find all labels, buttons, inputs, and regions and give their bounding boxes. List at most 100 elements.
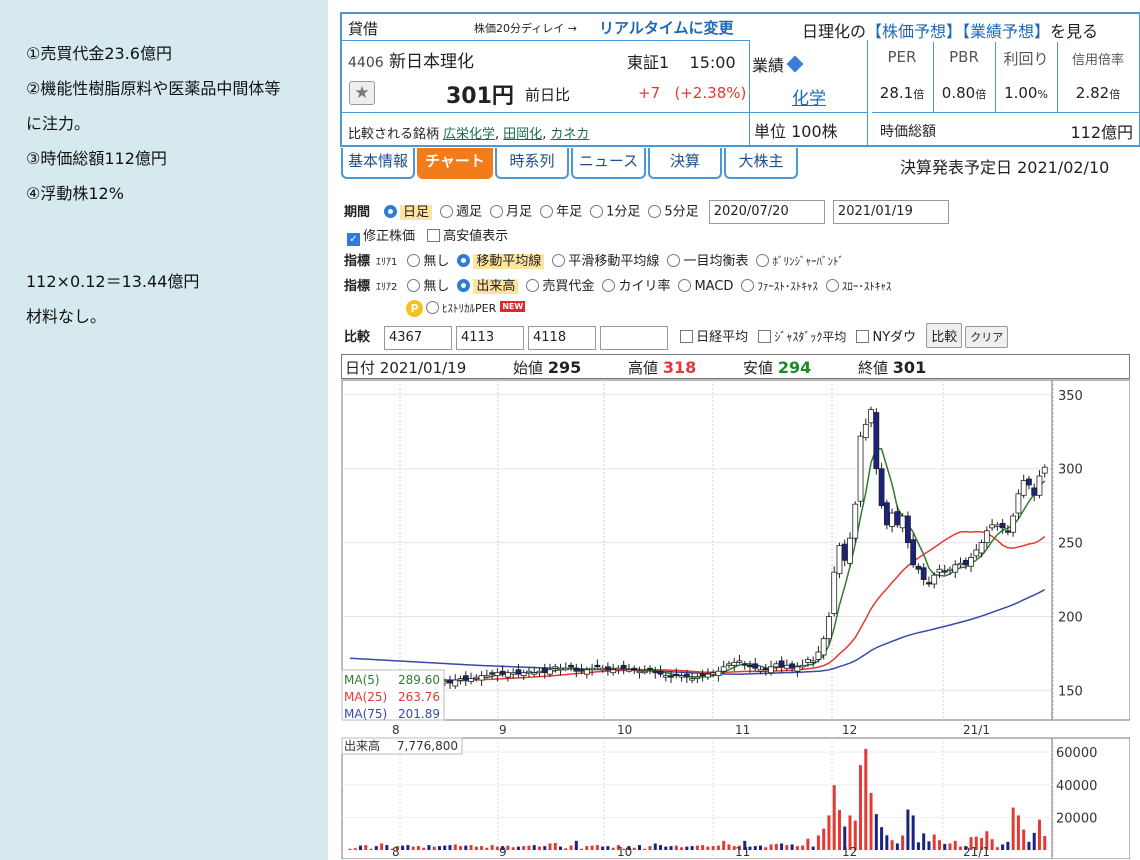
adjusted-checkbox[interactable]: ✓: [347, 233, 360, 246]
ind1-radio-bollinger[interactable]: [756, 254, 770, 267]
ind2-radio-macd[interactable]: [678, 279, 692, 292]
period-radio-yearly[interactable]: [540, 204, 554, 218]
gyoseki-label[interactable]: 業績: [752, 52, 804, 76]
period-radio-5min[interactable]: [648, 204, 662, 218]
volume-bar: [522, 846, 526, 850]
hilo-checkbox[interactable]: [427, 229, 441, 242]
period-1min[interactable]: 1分足: [606, 205, 640, 220]
ind1-radio-ichimoku[interactable]: [667, 254, 681, 267]
ind1-radio-ma[interactable]: [457, 254, 471, 267]
candle-body: [747, 664, 753, 668]
volume-bar: [416, 846, 420, 850]
date-from-input[interactable]: 2020/07/20: [708, 200, 825, 224]
volume-bar: [653, 843, 657, 850]
ind1-radio-sma[interactable]: [552, 254, 566, 267]
ind1-bollinger[interactable]: ﾎﾞﾘﾝｼﾞｬｰﾊﾞﾝﾄﾞ: [772, 255, 844, 268]
favorite-star-icon[interactable]: ★: [349, 81, 375, 105]
ind2-radio-fast[interactable]: [741, 279, 755, 292]
ind1-radio-none[interactable]: [407, 254, 421, 267]
candle-body: [847, 537, 853, 564]
compare-code-input[interactable]: 4113: [456, 325, 525, 350]
candle-body: [926, 582, 932, 585]
compare-label: 比較される銘柄: [348, 127, 440, 142]
hist-per[interactable]: ﾋｽﾄﾘｶﾙPER: [442, 302, 496, 315]
period-radio-1min[interactable]: [590, 204, 604, 218]
period-weekly[interactable]: 週足: [456, 205, 482, 220]
candle-body: [899, 515, 906, 529]
jasdaq-checkbox[interactable]: [758, 330, 772, 343]
tab-kessan[interactable]: 決算: [648, 148, 722, 179]
note-line: に注力。: [26, 114, 91, 133]
tab-basic[interactable]: 基本情報: [341, 148, 415, 179]
ind2-radio-slow[interactable]: [825, 279, 839, 292]
period-yearly[interactable]: 年足: [556, 205, 582, 220]
volume-bar: [937, 840, 941, 850]
ind2-radio-hist-per[interactable]: [426, 301, 439, 314]
period-daily[interactable]: 日足: [400, 204, 433, 220]
ind2-radio-kairi[interactable]: [602, 279, 616, 292]
ind2-fast[interactable]: ﾌｧｰｽﾄ･ｽﾄｷｬｽ: [757, 280, 818, 293]
ind2-turnover[interactable]: 売買代金: [542, 279, 594, 294]
volume-bar: [827, 815, 831, 850]
ind2-none[interactable]: 無し: [423, 279, 449, 294]
volume-bar: [927, 841, 931, 850]
candle-body: [689, 678, 696, 681]
nikkei-checkbox[interactable]: [680, 330, 694, 343]
compare-button[interactable]: 比較: [926, 323, 963, 348]
ind1-ma[interactable]: 移動平均線: [473, 254, 545, 269]
period-radio-weekly[interactable]: [440, 204, 454, 218]
tab-shareholders[interactable]: 大株主: [724, 148, 798, 179]
candle-body: [836, 545, 843, 575]
date-to-input[interactable]: 2021/01/19: [832, 200, 949, 224]
volume-bar: [490, 845, 494, 850]
compare-code-input[interactable]: [600, 325, 669, 350]
ind2-radio-none[interactable]: [407, 279, 421, 292]
sector-link[interactable]: 化学: [792, 84, 826, 109]
period-radio-monthly[interactable]: [490, 204, 504, 218]
volume-bar: [685, 846, 689, 850]
kabuka-yoso-link[interactable]: 【株価予想】: [866, 22, 962, 41]
compare-link[interactable]: 広栄化学: [443, 127, 495, 142]
candle-body: [499, 670, 506, 675]
period-monthly[interactable]: 月足: [506, 205, 532, 220]
candle-body: [773, 663, 780, 668]
candle-body: [904, 515, 911, 544]
option-row: ✓ 修正株価 高安値表示: [344, 225, 508, 249]
volume-bar: [459, 846, 463, 850]
volume-bar: [453, 844, 457, 850]
realtime-link[interactable]: リアルタイムに変更: [599, 17, 734, 38]
ind1-ichimoku[interactable]: 一目均衡表: [683, 254, 748, 269]
candle-body: [789, 663, 796, 669]
tab-timeseries[interactable]: 時系列: [495, 148, 569, 179]
compare-link[interactable]: カネカ: [550, 127, 589, 142]
bai-unit: 倍: [1109, 88, 1121, 101]
note-line: ③時価総額112億円: [26, 149, 167, 168]
ind2-slow[interactable]: ｽﾛｰ･ｽﾄｷｬｽ: [842, 280, 892, 293]
ind2-radio-volume[interactable]: [457, 279, 471, 292]
candle-body: [799, 664, 806, 668]
pbr-value: 0.80倍: [934, 84, 994, 102]
period-5min[interactable]: 5分足: [664, 205, 698, 220]
tab-chart[interactable]: チャート: [417, 148, 493, 179]
compare-code-input[interactable]: 4367: [384, 325, 453, 350]
gyoseki-yoso-link[interactable]: 【業績予想】: [962, 22, 1050, 41]
ind2-radio-turnover[interactable]: [526, 279, 540, 292]
clear-button[interactable]: クリア: [965, 326, 1009, 348]
candle-body: [878, 468, 885, 507]
hist-per-row: P ﾋｽﾄﾘｶﾙPER NEW: [406, 300, 526, 324]
volume-bar: [1016, 815, 1020, 850]
period-radio-daily[interactable]: [384, 204, 398, 218]
ind2-volume[interactable]: 出来高: [473, 279, 519, 294]
compare-label: 比較: [344, 330, 371, 345]
ind1-none[interactable]: 無し: [423, 254, 449, 269]
compare-link[interactable]: 田岡化: [503, 127, 542, 142]
candle-body: [889, 512, 896, 527]
volume-bar: [690, 846, 694, 850]
nydow-checkbox[interactable]: [856, 330, 870, 343]
tab-news[interactable]: ニュース: [571, 148, 646, 179]
ind2-macd[interactable]: MACD: [694, 279, 733, 294]
compare-code-input[interactable]: 4118: [528, 325, 597, 350]
ind2-kairi[interactable]: カイリ率: [618, 279, 670, 294]
ind1-sma[interactable]: 平滑移動平均線: [568, 254, 659, 269]
area1-label: ｴﾘｱ1: [376, 257, 398, 268]
